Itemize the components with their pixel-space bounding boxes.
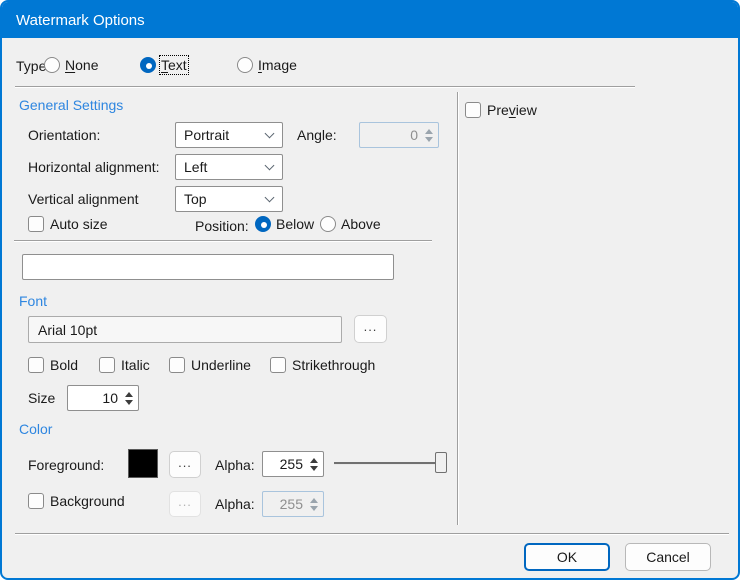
- bold-label: Bold: [50, 357, 78, 373]
- type-none-radio[interactable]: None: [44, 57, 98, 73]
- vertical-alignment-value: Top: [184, 191, 207, 207]
- alpha-slider-thumb[interactable]: [435, 452, 447, 473]
- cancel-button[interactable]: Cancel: [625, 543, 711, 571]
- vertical-alignment-label: Vertical alignment: [28, 191, 139, 208]
- underline-checkbox[interactable]: Underline: [169, 357, 251, 373]
- foreground-alpha-label: Alpha:: [215, 457, 255, 474]
- horizontal-alignment-select[interactable]: Left: [175, 154, 283, 180]
- radio-circle: [320, 216, 336, 232]
- font-display-field: Arial 10pt: [28, 316, 342, 343]
- spinner-arrows-icon[interactable]: [308, 452, 320, 476]
- background-label: Background: [50, 493, 125, 509]
- cancel-button-label: Cancel: [646, 549, 690, 565]
- preview-label: Preview: [487, 102, 537, 118]
- chevron-down-icon: [265, 193, 275, 203]
- strikethrough-label: Strikethrough: [292, 357, 375, 373]
- size-label: Size: [28, 390, 55, 407]
- ellipsis-icon: ...: [364, 320, 378, 333]
- watermark-options-dialog: Watermark Options Type: None Text Image …: [0, 0, 740, 580]
- checkbox-box: [28, 216, 44, 232]
- type-text-radio[interactable]: Text: [140, 57, 187, 73]
- chevron-down-icon: [265, 129, 275, 139]
- underline-label: Underline: [191, 357, 251, 373]
- ellipsis-icon: ...: [178, 456, 192, 469]
- chevron-down-icon: [265, 161, 275, 171]
- ok-button-label: OK: [557, 549, 577, 565]
- position-below-label: Below: [276, 216, 314, 232]
- foreground-alpha-value: 255: [280, 456, 303, 472]
- position-above-label: Above: [341, 216, 381, 232]
- bold-checkbox[interactable]: Bold: [28, 357, 78, 373]
- size-value: 10: [102, 390, 118, 406]
- background-alpha-value: 255: [280, 496, 303, 512]
- color-header: Color: [19, 421, 52, 437]
- orientation-label: Orientation:: [28, 127, 100, 144]
- strikethrough-checkbox[interactable]: Strikethrough: [270, 357, 375, 373]
- foreground-label: Foreground:: [28, 457, 104, 474]
- angle-value: 0: [410, 127, 418, 143]
- checkbox-box: [99, 357, 115, 373]
- general-separator: [14, 240, 432, 242]
- dialog-title: Watermark Options: [16, 12, 145, 29]
- type-image-radio[interactable]: Image: [237, 57, 297, 73]
- panel-divider: [457, 92, 459, 525]
- angle-label: Angle:: [297, 127, 337, 144]
- checkbox-box: [270, 357, 286, 373]
- spinner-arrows-icon[interactable]: [123, 386, 135, 410]
- checkbox-box: [169, 357, 185, 373]
- checkbox-box: [28, 357, 44, 373]
- font-header: Font: [19, 293, 47, 309]
- position-label: Position:: [195, 218, 249, 235]
- italic-label: Italic: [121, 357, 150, 373]
- italic-checkbox[interactable]: Italic: [99, 357, 150, 373]
- type-none-label: None: [65, 57, 98, 73]
- auto-size-label: Auto size: [50, 216, 108, 232]
- orientation-value: Portrait: [184, 127, 229, 143]
- alpha-slider-track[interactable]: [334, 462, 447, 465]
- checkbox-box: [28, 493, 44, 509]
- radio-circle: [255, 216, 271, 232]
- watermark-text-input[interactable]: [22, 254, 394, 280]
- auto-size-checkbox[interactable]: Auto size: [28, 216, 108, 232]
- horizontal-alignment-label: Horizontal alignment:: [28, 159, 160, 176]
- ok-button[interactable]: OK: [524, 543, 610, 571]
- radio-circle: [140, 57, 156, 73]
- position-below-radio[interactable]: Below: [255, 216, 314, 232]
- spinner-arrows-icon: [423, 123, 435, 147]
- background-checkbox[interactable]: Background: [28, 493, 125, 509]
- titlebar[interactable]: Watermark Options: [2, 2, 738, 38]
- size-spinner[interactable]: 10: [67, 385, 139, 411]
- spinner-arrows-icon: [308, 492, 320, 516]
- preview-checkbox[interactable]: Preview: [465, 102, 537, 118]
- background-alpha-spinner: 255: [262, 491, 324, 517]
- radio-circle: [237, 57, 253, 73]
- font-browse-button[interactable]: ...: [354, 315, 387, 343]
- position-above-radio[interactable]: Above: [320, 216, 381, 232]
- horizontal-alignment-value: Left: [184, 159, 207, 175]
- background-alpha-label: Alpha:: [215, 496, 255, 513]
- radio-circle: [44, 57, 60, 73]
- foreground-color-swatch: [128, 449, 158, 478]
- ellipsis-icon: ...: [178, 495, 192, 508]
- foreground-alpha-spinner[interactable]: 255: [262, 451, 324, 477]
- type-image-label: Image: [258, 57, 297, 73]
- type-text-label: Text: [161, 57, 187, 73]
- type-separator: [15, 86, 635, 88]
- checkbox-box: [465, 102, 481, 118]
- orientation-select[interactable]: Portrait: [175, 122, 283, 148]
- general-settings-header: General Settings: [19, 97, 123, 113]
- vertical-alignment-select[interactable]: Top: [175, 186, 283, 212]
- angle-spinner: 0: [359, 122, 439, 148]
- foreground-color-browse-button[interactable]: ...: [169, 451, 201, 478]
- font-value: Arial 10pt: [38, 322, 97, 338]
- background-color-browse-button: ...: [169, 491, 201, 517]
- footer-separator: [15, 533, 729, 535]
